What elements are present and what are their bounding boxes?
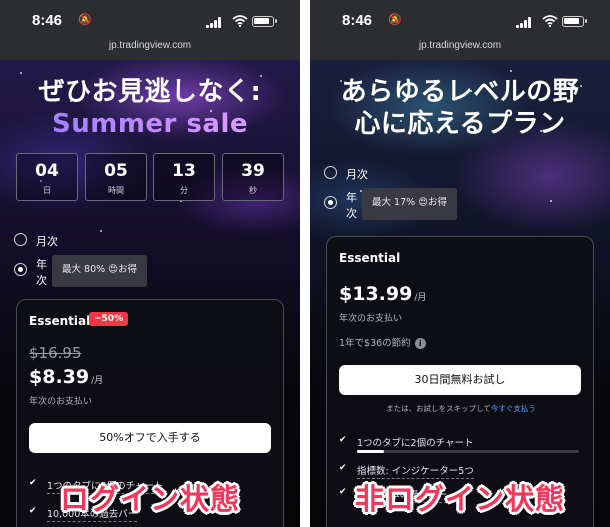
annual-savings: 1年で$36の節約 i bbox=[339, 335, 426, 349]
plan-name: Essential bbox=[339, 251, 401, 265]
countdown-hours: 05 時間 bbox=[85, 153, 147, 201]
feature-item: ✔ 1つのタブに2個のチャート bbox=[339, 435, 583, 457]
countdown-value: 13 bbox=[172, 161, 196, 181]
caption-logged-in: ログイン状態 bbox=[59, 482, 240, 516]
countdown-timer: 04 日 05 時間 13 分 39 秒 bbox=[16, 153, 284, 201]
info-icon[interactable]: i bbox=[414, 338, 426, 349]
countdown-unit: 日 bbox=[43, 186, 51, 195]
status-bar: 8:46 🔕 bbox=[0, 0, 300, 40]
skip-text: または、お試しをスキップして bbox=[386, 404, 491, 413]
headline-line-1: ぜひお見逃しなく: bbox=[38, 77, 262, 107]
feature-meter bbox=[357, 450, 579, 453]
price-per: /月 bbox=[91, 376, 104, 386]
url-bar[interactable]: jp.tradingview.com bbox=[310, 40, 610, 60]
price-value: $8.39 bbox=[29, 366, 90, 388]
phone-logged-out: 8:46 🔕 jp.tradingview.com あらゆるレベルの野 心に応え… bbox=[310, 0, 610, 527]
radio-label: 月次 bbox=[346, 168, 368, 181]
free-trial-button[interactable]: 30日間無料お試し bbox=[339, 365, 581, 395]
price-per: /月 bbox=[414, 293, 427, 303]
discount-pill: 最大 80% 😍お得 bbox=[52, 255, 148, 287]
url-bar[interactable]: jp.tradingview.com bbox=[0, 40, 300, 60]
countdown-unit: 時間 bbox=[108, 186, 124, 195]
pay-now-link[interactable]: 今すぐ支払う bbox=[491, 404, 536, 413]
countdown-value: 04 bbox=[35, 161, 59, 181]
discount-pill: 最大 17% 😍お得 bbox=[362, 188, 458, 220]
countdown-minutes: 13 分 bbox=[153, 153, 215, 201]
discount-badge: −50% bbox=[89, 312, 129, 326]
radio-button[interactable] bbox=[324, 196, 337, 209]
headline-sale: Summer sale bbox=[0, 108, 300, 140]
status-bar: 8:46 🔕 bbox=[310, 0, 610, 40]
radio-button[interactable] bbox=[14, 233, 27, 246]
feature-text[interactable]: 1つのタブに2個のチャート bbox=[357, 435, 474, 451]
headline: あらゆるレベルの野 心に応えるプラン bbox=[310, 76, 610, 140]
headline-line-2: 心に応えるプラン bbox=[354, 109, 566, 139]
feature-meter-fill bbox=[357, 450, 384, 453]
bell-slash-icon: 🔕 bbox=[78, 14, 92, 26]
countdown-value: 05 bbox=[104, 161, 128, 181]
check-icon: ✔ bbox=[339, 435, 347, 445]
countdown-unit: 秒 bbox=[249, 186, 257, 195]
status-time: 8:46 bbox=[342, 12, 373, 29]
skip-trial-note: または、お試しをスキップして今すぐ支払う bbox=[327, 403, 595, 414]
page-content: あらゆるレベルの野 心に応えるプラン 月次 年次 最大 17% 😍お得 Esse… bbox=[310, 60, 610, 527]
headline: ぜひお見逃しなく: Summer sale bbox=[0, 76, 300, 140]
headline-line-1: あらゆるレベルの野 bbox=[340, 77, 580, 107]
status-time: 8:46 bbox=[32, 12, 63, 29]
countdown-value: 39 bbox=[241, 161, 265, 181]
countdown-seconds: 39 秒 bbox=[222, 153, 284, 201]
wifi-icon bbox=[232, 15, 248, 27]
price: $13.99/月 bbox=[339, 283, 426, 305]
battery-icon bbox=[252, 16, 277, 27]
billing-note: 年次のお支払い bbox=[29, 397, 93, 407]
radio-label: 年次 bbox=[36, 258, 47, 287]
old-price: $16.95 bbox=[29, 344, 82, 362]
page-content: ぜひお見逃しなく: Summer sale 04 日 05 時間 13 分 39… bbox=[0, 60, 300, 527]
battery-icon bbox=[562, 16, 587, 27]
radio-button[interactable] bbox=[324, 166, 337, 179]
get-discount-button[interactable]: 50%オフで入手する bbox=[29, 423, 271, 453]
savings-text: 1年で$36の節約 bbox=[339, 338, 411, 349]
signal-icon bbox=[206, 17, 222, 28]
radio-button[interactable] bbox=[14, 263, 27, 276]
radio-label: 月次 bbox=[36, 235, 58, 248]
countdown-days: 04 日 bbox=[16, 153, 78, 201]
price-value: $13.99 bbox=[339, 283, 413, 305]
caption-logged-out: 非ログイン状態 bbox=[354, 482, 565, 516]
bell-slash-icon: 🔕 bbox=[388, 14, 402, 26]
check-icon: ✔ bbox=[339, 463, 347, 473]
wifi-icon bbox=[542, 15, 558, 27]
signal-icon bbox=[516, 17, 532, 28]
billing-note: 年次のお支払い bbox=[339, 314, 403, 324]
countdown-unit: 分 bbox=[180, 186, 188, 195]
phone-logged-in: 8:46 🔕 jp.tradingview.com ぜひお見逃しなく: Summ… bbox=[0, 0, 300, 527]
price: $8.39/月 bbox=[29, 366, 103, 388]
plan-name: Essential bbox=[29, 314, 91, 328]
radio-label: 年次 bbox=[346, 191, 357, 220]
